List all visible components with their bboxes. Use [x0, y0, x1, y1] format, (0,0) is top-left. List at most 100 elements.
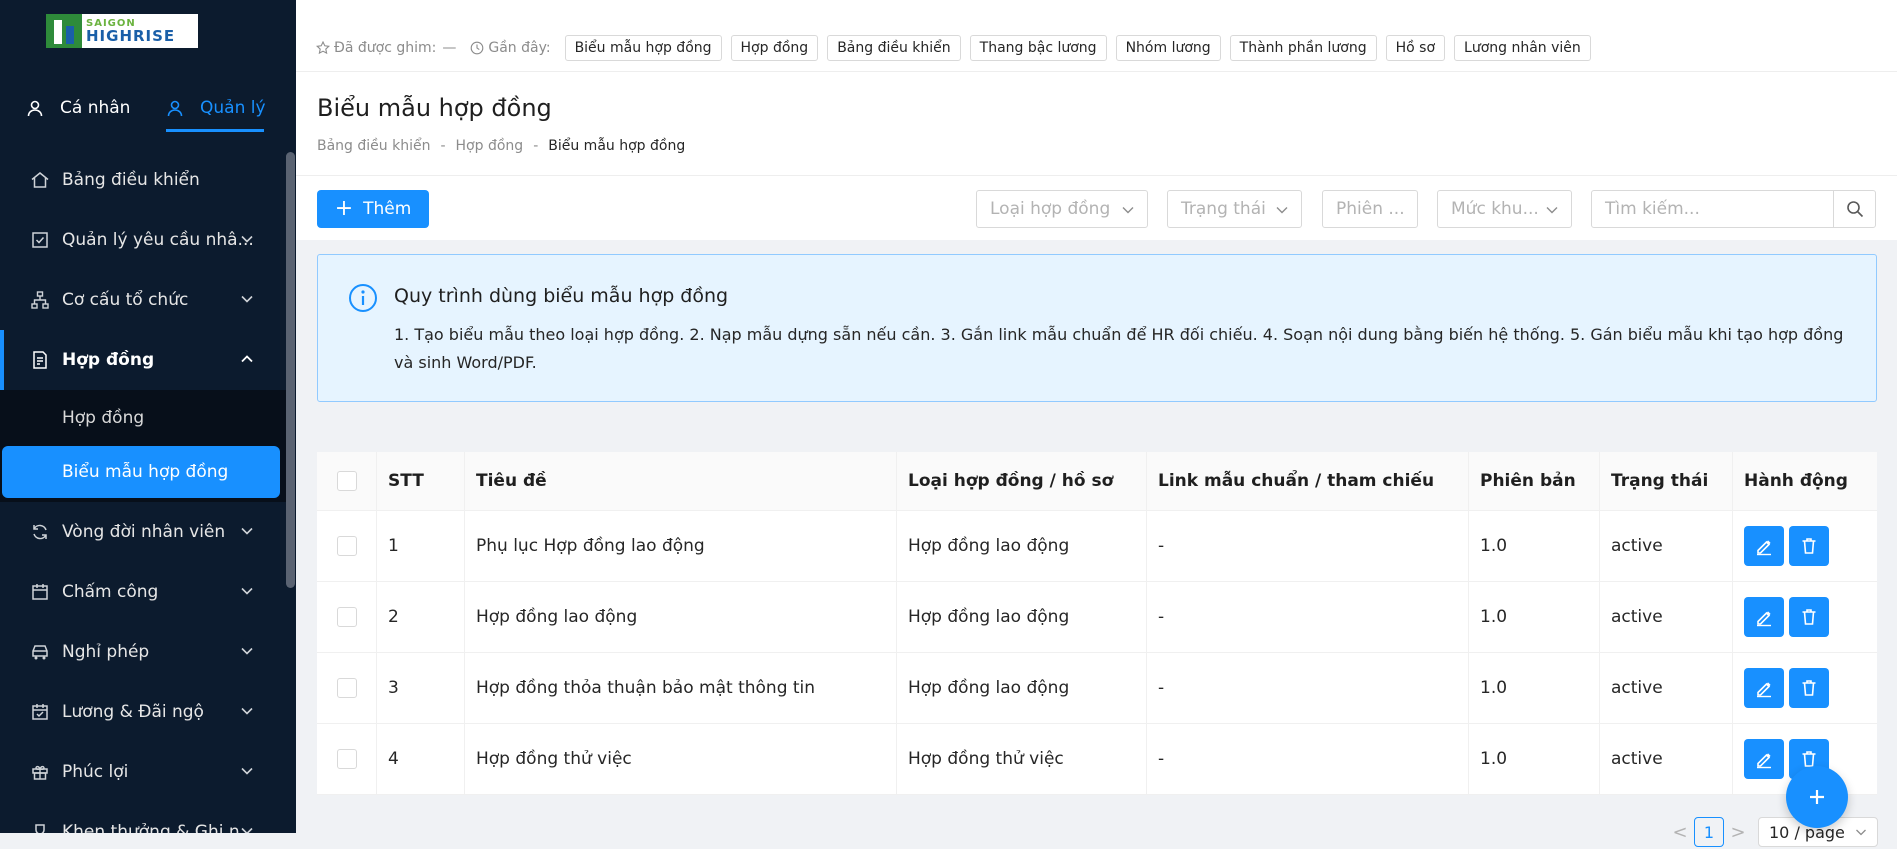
next-page-button[interactable]: >: [1728, 822, 1748, 843]
user-icon: [26, 99, 44, 117]
search-icon: [1846, 201, 1863, 218]
cell-version: 1.0: [1469, 653, 1600, 723]
sidebar-item-label: Khen thưởng & Ghi n...: [62, 822, 256, 833]
breadcrumb-link[interactable]: Hợp đồng: [456, 138, 524, 154]
edit-button[interactable]: [1744, 668, 1784, 708]
floating-add-button[interactable]: [1786, 766, 1848, 828]
search-input[interactable]: Tìm kiếm...: [1592, 191, 1833, 227]
sidebar-item-dashboard[interactable]: Bảng điều khiển: [0, 150, 286, 210]
sidebar-subitem-contract-templates[interactable]: Biểu mẫu hợp đồng: [2, 446, 280, 498]
sidebar-item-salary[interactable]: Lương & Đãi ngộ: [0, 682, 286, 742]
edit-button[interactable]: [1744, 739, 1784, 779]
filter-version[interactable]: Phiên ...: [1322, 190, 1418, 228]
clock-icon: [470, 41, 484, 55]
sidebar-item-label: Lương & Đãi ngộ: [62, 702, 204, 722]
sidebar-item-rewards[interactable]: Khen thưởng & Ghi n...: [0, 802, 286, 833]
edit-button[interactable]: [1744, 526, 1784, 566]
gift-icon: [30, 762, 50, 782]
mode-tabs: Cá nhân Quản lý: [0, 84, 296, 132]
chevron-down-icon: [1276, 207, 1288, 214]
breadcrumb-current: Biểu mẫu hợp đồng: [548, 138, 686, 154]
recent-chip[interactable]: Lương nhân viên: [1454, 34, 1591, 61]
sidebar-item-label: Nghỉ phép: [62, 642, 150, 662]
sidebar-item-org[interactable]: Cơ cấu tổ chức: [0, 270, 286, 330]
recent-chip[interactable]: Thành phần lương: [1229, 34, 1377, 61]
chevron-down-icon: [241, 647, 253, 655]
trash-icon: [1802, 538, 1816, 554]
sidebar-scrollbar[interactable]: [286, 152, 295, 588]
sidebar-subitem-label: Biểu mẫu hợp đồng: [62, 462, 229, 482]
tab-personal[interactable]: Cá nhân: [26, 84, 130, 132]
pinned-value: —: [442, 39, 457, 56]
header-link: Link mẫu chuẩn / tham chiếu: [1147, 452, 1469, 510]
chevron-down-icon: [1856, 829, 1866, 836]
filter-status[interactable]: Trạng thái: [1167, 190, 1302, 228]
edit-button[interactable]: [1744, 597, 1784, 637]
cell-link: -: [1147, 653, 1469, 723]
edit-icon: [1757, 753, 1771, 769]
sidebar-item-benefits[interactable]: Phúc lợi: [0, 742, 286, 802]
filter-contract-type[interactable]: Loại hợp đồng: [976, 190, 1148, 228]
pagination: < 1 > 10 / page: [1670, 817, 1878, 847]
search-box: Tìm kiếm...: [1591, 190, 1876, 228]
tab-manage-label: Quản lý: [200, 98, 266, 118]
row-checkbox[interactable]: [336, 678, 357, 698]
plus-icon: [1810, 790, 1824, 804]
page-title: Biểu mẫu hợp đồng: [317, 94, 552, 122]
org-chart-icon: [30, 290, 50, 310]
recent-chip[interactable]: Nhóm lương: [1115, 34, 1221, 61]
sidebar-item-leave[interactable]: Nghỉ phép: [0, 622, 286, 682]
recent-chip[interactable]: Thang bậc lương: [969, 34, 1107, 61]
row-checkbox[interactable]: [336, 749, 357, 769]
cell-stt: 4: [377, 724, 465, 794]
prev-page-button[interactable]: <: [1670, 822, 1690, 843]
recent-label: Gần đây:: [470, 40, 551, 56]
row-checkbox[interactable]: [336, 607, 357, 627]
delete-button[interactable]: [1789, 668, 1829, 708]
info-alert: Quy trình dùng biểu mẫu hợp đồng 1. Tạo …: [317, 254, 1877, 402]
sidebar-item-contracts[interactable]: Hợp đồng: [0, 330, 286, 390]
cell-stt: 1: [377, 511, 465, 581]
sidebar-item-requests[interactable]: Quản lý yêu cầu nhâ...: [0, 210, 286, 270]
trophy-icon: [30, 822, 50, 833]
sidebar-item-label: Cơ cấu tổ chức: [62, 290, 189, 310]
chevron-down-icon: [241, 527, 253, 535]
cell-status: active: [1600, 582, 1733, 652]
cell-status: active: [1600, 653, 1733, 723]
sidebar-subitem-label: Hợp đồng: [62, 408, 145, 428]
filter-level[interactable]: Mức khu...: [1437, 190, 1572, 228]
row-checkbox[interactable]: [336, 536, 357, 556]
sidebar-item-label: Chấm công: [62, 582, 159, 602]
recent-chip[interactable]: Hồ sơ: [1385, 34, 1446, 61]
breadcrumb-separator: -: [533, 138, 539, 154]
cell-stt: 3: [377, 653, 465, 723]
logo-line2: HIGHRISE: [86, 26, 176, 45]
delete-button[interactable]: [1789, 597, 1829, 637]
select-all-checkbox[interactable]: [336, 471, 357, 491]
search-button[interactable]: [1833, 191, 1875, 227]
add-button[interactable]: + Thêm: [317, 190, 429, 228]
cell-version: 1.0: [1469, 511, 1600, 581]
sidebar-subitem-contracts[interactable]: Hợp đồng: [0, 390, 286, 446]
company-logo[interactable]: SAIGON HIGHRISE: [46, 14, 198, 48]
breadcrumb-link[interactable]: Bảng điều khiển: [317, 138, 430, 154]
chevron-up-icon: [241, 355, 253, 363]
sidebar-item-label: Vòng đời nhân viên: [62, 522, 226, 542]
logo-text: SAIGON HIGHRISE: [86, 18, 176, 45]
chevron-down-icon: [241, 295, 253, 303]
cell-link: -: [1147, 511, 1469, 581]
page-number-button[interactable]: 1: [1694, 817, 1724, 847]
sidebar-item-lifecycle[interactable]: Vòng đời nhân viên: [0, 502, 286, 562]
recent-chip[interactable]: Bảng điều khiển: [827, 34, 961, 61]
sidebar-item-label: Hợp đồng: [62, 350, 155, 370]
delete-button[interactable]: [1789, 526, 1829, 566]
recent-chip[interactable]: Biểu mẫu hợp đồng: [564, 34, 722, 61]
tab-manage[interactable]: Quản lý: [166, 84, 266, 132]
sidebar-item-attendance[interactable]: Chấm công: [0, 562, 286, 622]
breadcrumb: Bảng điều khiển - Hợp đồng - Biểu mẫu hợ…: [317, 138, 695, 154]
refresh-icon: [30, 522, 50, 542]
table-row: 1 Phụ lục Hợp đồng lao động Hợp đồng lao…: [317, 511, 1877, 582]
row-select-cell: [317, 653, 377, 723]
recent-chip[interactable]: Hợp đồng: [730, 34, 819, 61]
edit-icon: [1757, 540, 1771, 556]
